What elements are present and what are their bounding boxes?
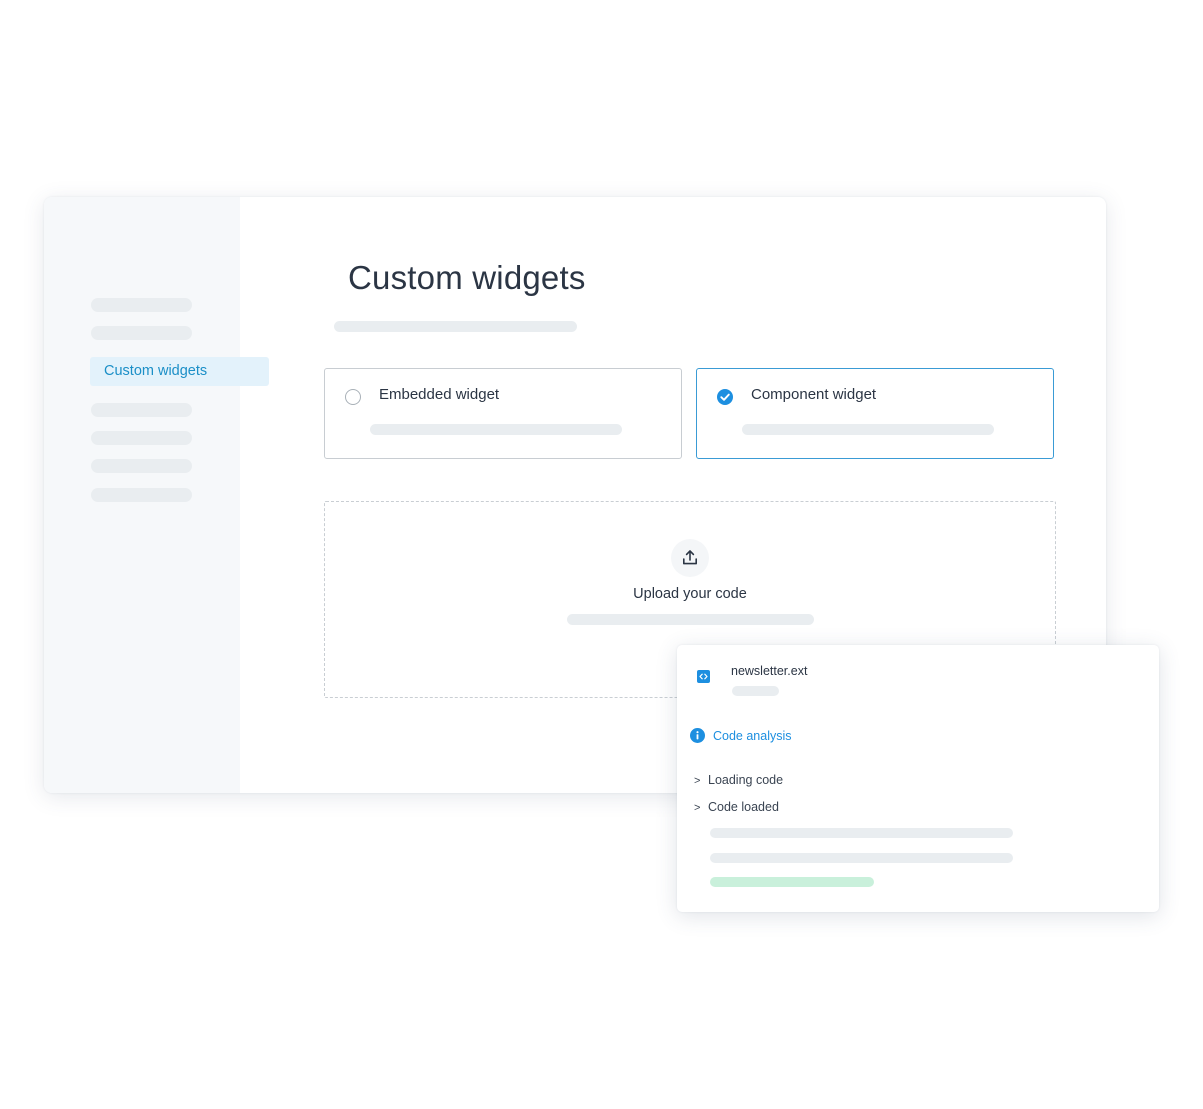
file-meta-placeholder [732,686,779,696]
option-label: Component widget [751,386,877,403]
log-detail-placeholder [710,853,1013,863]
info-icon [690,728,705,743]
option-description-placeholder [742,424,994,435]
option-embedded-widget[interactable]: Embedded widget [324,368,682,459]
log-detail-placeholder [710,828,1013,838]
sidebar-item-custom-widgets[interactable]: Custom widgets [90,357,269,386]
option-description-placeholder [370,424,622,435]
log-row-code-loaded[interactable]: > Code loaded [694,800,779,816]
log-label: Code loaded [708,800,779,814]
upload-label: Upload your code [633,586,747,602]
upload-hint-placeholder [567,614,814,625]
log-row-loading-code[interactable]: > Loading code [694,773,783,789]
chevron-right-icon: > [694,802,701,814]
option-component-widget[interactable]: Component widget [696,368,1054,459]
radio-unchecked-icon[interactable] [345,389,361,405]
sidebar-item-placeholder[interactable] [91,298,192,312]
option-label: Embedded widget [379,386,500,403]
sidebar-item-placeholder[interactable] [91,326,192,340]
success-progress-bar [710,877,874,887]
sidebar-item-placeholder[interactable] [91,488,192,502]
sidebar-item-placeholder[interactable] [91,403,192,417]
page-title: Custom widgets [348,259,586,296]
code-analysis-panel: newsletter.ext Code analysis > Loading co… [677,645,1159,912]
radio-checked-icon[interactable] [717,389,733,405]
sidebar-item-placeholder[interactable] [91,459,192,473]
code-analysis-label[interactable]: Code analysis [713,729,792,743]
stage: Custom widgets Custom widgets Embedded w… [0,0,1203,1109]
upload-icon[interactable] [671,539,709,577]
file-name: newsletter.ext [731,664,808,678]
sidebar-item-placeholder[interactable] [91,431,192,445]
log-label: Loading code [708,773,784,787]
chevron-right-icon: > [694,775,701,787]
sidebar: Custom widgets [44,197,269,793]
code-file-icon [697,670,710,683]
page-subtitle-placeholder [334,321,577,332]
